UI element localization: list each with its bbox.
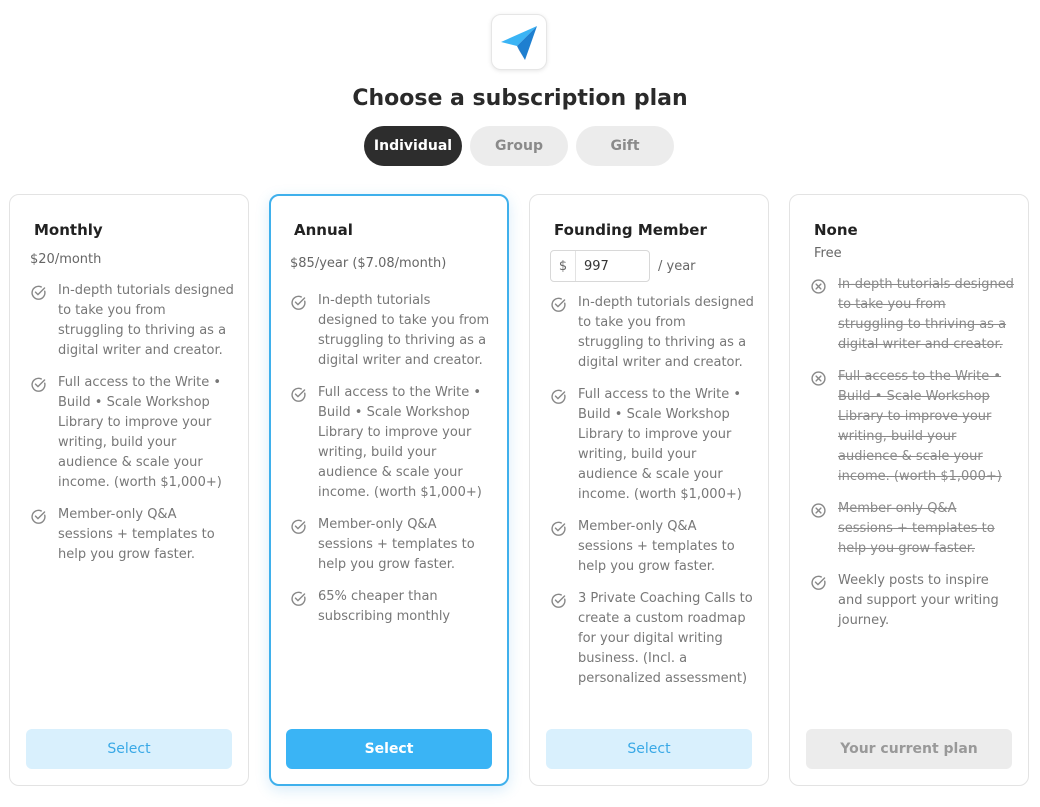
currency-symbol: $ (551, 251, 576, 281)
check-circle-icon (31, 377, 46, 392)
tab-gift[interactable]: Gift (576, 126, 674, 166)
plan-card-none: None Free In-depth tutorials designed to… (789, 194, 1029, 786)
tab-group[interactable]: Group (470, 126, 568, 166)
list-item: 3 Private Coaching Calls to create a cus… (550, 589, 754, 689)
check-circle-icon (551, 593, 566, 608)
plan-price: $20/month (30, 252, 102, 267)
feature-text: In-depth tutorials designed to take you … (318, 293, 490, 368)
x-circle-icon (811, 279, 826, 294)
tab-individual[interactable]: Individual (364, 126, 462, 166)
check-circle-icon (291, 519, 306, 534)
page-title: Choose a subscription plan (352, 86, 688, 111)
x-circle-icon (811, 503, 826, 518)
feature-text: Member-only Q&A sessions + templates to … (318, 517, 475, 572)
check-circle-icon (291, 387, 306, 402)
feature-text: 3 Private Coaching Calls to create a cus… (578, 591, 753, 686)
check-circle-icon (551, 297, 566, 312)
list-item: Full access to the Write • Build • Scale… (290, 383, 493, 503)
list-item: Member-only Q&A sessions + templates to … (30, 505, 234, 565)
feature-text: Member-only Q&A sessions + templates to … (58, 507, 215, 562)
check-circle-icon (291, 295, 306, 310)
amount-input[interactable] (576, 251, 646, 281)
list-item: Full access to the Write • Build • Scale… (550, 385, 754, 505)
plan-card-annual: Annual $85/year ($7.08/month) In-depth t… (269, 194, 509, 786)
list-item: Full access to the Write • Build • Scale… (810, 367, 1014, 487)
list-item: In-depth tutorials designed to take you … (30, 281, 234, 361)
feature-list: In-depth tutorials designed to take you … (30, 281, 234, 577)
price-field: $ (550, 250, 650, 282)
app-logo (491, 14, 547, 70)
feature-text: Full access to the Write • Build • Scale… (318, 385, 482, 500)
feature-text: Full access to the Write • Build • Scale… (578, 387, 742, 502)
price-input-row: $ / year (550, 250, 696, 282)
feature-text: In-depth tutorials designed to take you … (58, 283, 234, 358)
plan-price: $85/year ($7.08/month) (290, 256, 447, 271)
feature-text: Member-only Q&A sessions + templates to … (838, 501, 995, 556)
plan-name: None (814, 221, 858, 239)
list-item: 65% cheaper than subscribing monthly (290, 587, 493, 627)
x-circle-icon (811, 371, 826, 386)
feature-list: In-depth tutorials designed to take you … (550, 293, 754, 701)
plan-card-founding-member: Founding Member $ / year In-depth tutori… (529, 194, 769, 786)
list-item: Member-only Q&A sessions + templates to … (550, 517, 754, 577)
list-item: Member-only Q&A sessions + templates to … (810, 499, 1014, 559)
billing-period: / year (658, 258, 696, 274)
check-circle-icon (551, 389, 566, 404)
plan-price: Free (814, 246, 842, 261)
feature-text: 65% cheaper than subscribing monthly (318, 589, 451, 624)
list-item: Member-only Q&A sessions + templates to … (290, 515, 493, 575)
feature-text: Member-only Q&A sessions + templates to … (578, 519, 735, 574)
list-item: In-depth tutorials designed to take you … (550, 293, 754, 373)
plan-name: Annual (294, 221, 353, 239)
feature-text: In-depth tutorials designed to take you … (578, 295, 754, 370)
plan-name: Monthly (34, 221, 103, 239)
list-item: Full access to the Write • Build • Scale… (30, 373, 234, 493)
feature-list: In-depth tutorials designed to take you … (810, 275, 1014, 643)
paper-plane-icon (501, 26, 537, 60)
check-circle-icon (291, 591, 306, 606)
check-circle-icon (811, 575, 826, 590)
current-plan-button: Your current plan (806, 729, 1012, 769)
feature-text: In-depth tutorials designed to take you … (838, 277, 1014, 352)
feature-text: Weekly posts to inspire and support your… (838, 573, 999, 628)
select-founding-member-button[interactable]: Select (546, 729, 752, 769)
select-annual-button[interactable]: Select (286, 729, 492, 769)
list-item: Weekly posts to inspire and support your… (810, 571, 1014, 631)
feature-text: Full access to the Write • Build • Scale… (58, 375, 222, 490)
plan-type-tabs: Individual Group Gift (364, 126, 674, 166)
plan-name: Founding Member (554, 221, 707, 239)
feature-text: Full access to the Write • Build • Scale… (838, 369, 1002, 484)
list-item: In-depth tutorials designed to take you … (810, 275, 1014, 355)
plan-card-monthly: Monthly $20/month In-depth tutorials des… (9, 194, 249, 786)
list-item: In-depth tutorials designed to take you … (290, 291, 493, 371)
check-circle-icon (31, 509, 46, 524)
select-monthly-button[interactable]: Select (26, 729, 232, 769)
feature-list: In-depth tutorials designed to take you … (290, 291, 493, 639)
check-circle-icon (551, 521, 566, 536)
check-circle-icon (31, 285, 46, 300)
